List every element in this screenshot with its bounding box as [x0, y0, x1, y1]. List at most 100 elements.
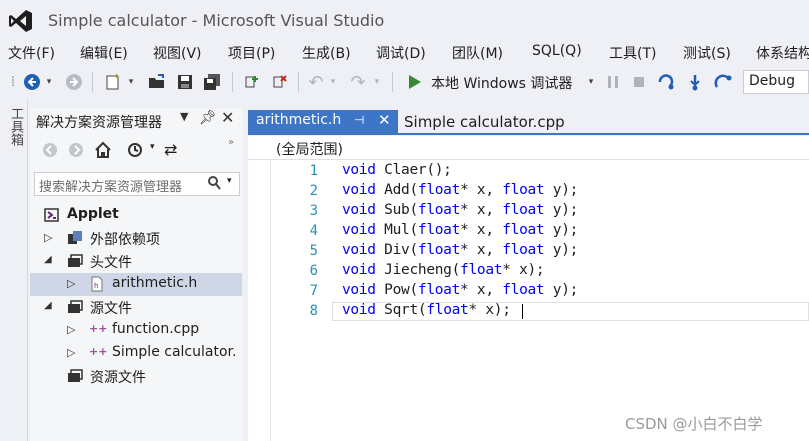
se-back-icon[interactable]	[42, 142, 58, 158]
redo-button[interactable]: ↷	[348, 72, 368, 93]
tree-item-arithmetic-h[interactable]: ▷ h arithmetic.h	[30, 273, 242, 296]
keyword-token: float	[502, 282, 545, 298]
tab-simple-calculator-cpp[interactable]: Simple calculator.cpp	[404, 113, 565, 131]
pause-button[interactable]	[604, 73, 622, 91]
search-icon[interactable]	[207, 175, 221, 191]
step-into-button[interactable]	[656, 73, 678, 91]
search-placeholder: 搜索解决方案资源管理器	[39, 180, 183, 195]
expand-arrow-icon[interactable]: ▷	[67, 346, 75, 359]
tree-item-applet[interactable]: Applet	[30, 204, 242, 227]
collapse-arrow-icon[interactable]: ◢	[44, 300, 52, 311]
expand-arrow-icon[interactable]: ▷	[67, 277, 75, 290]
panel-close-icon[interactable]: ✕	[221, 108, 234, 127]
step-over-button[interactable]	[684, 73, 706, 91]
code-line[interactable]: void Add(float* x, float y);	[342, 182, 578, 198]
code-line[interactable]: void Jiecheng(float* x);	[342, 262, 545, 278]
undo-icon: ↶	[308, 71, 324, 93]
solution-project-icon	[44, 207, 60, 223]
pin-icon[interactable]: 📌︎	[199, 110, 217, 126]
menu-team[interactable]: 团队(M)	[452, 43, 503, 63]
se-forward-icon[interactable]	[68, 142, 84, 158]
stop-button[interactable]	[630, 73, 648, 91]
history-icon[interactable]	[126, 141, 144, 159]
tab-close-icon[interactable]: ✕	[378, 111, 391, 129]
line-number: 6	[309, 263, 318, 279]
tab-arithmetic-h[interactable]: arithmetic.h ⊣ ✕	[248, 110, 398, 134]
debugger-dropdown-chevron-icon[interactable]: ▾	[586, 73, 596, 91]
solution-explorer-title: 解决方案资源管理器	[36, 115, 162, 131]
header-file-icon: h	[89, 276, 105, 292]
menu-view[interactable]: 视图(V)	[153, 43, 202, 63]
line-number: 3	[309, 203, 318, 219]
step-over-icon	[690, 75, 700, 91]
expand-arrow-icon[interactable]: ▷	[67, 323, 75, 336]
back-dropdown-chevron-icon[interactable]: ▾	[44, 73, 54, 91]
history-dropdown-chevron-icon[interactable]: ▾	[150, 142, 155, 152]
step-out-button[interactable]	[712, 73, 734, 91]
menu-edit[interactable]: 编辑(E)	[80, 43, 128, 63]
code-line[interactable]: void Pow(float* x, float y);	[342, 282, 578, 298]
keyword-token: float	[417, 222, 461, 238]
menu-file[interactable]: 文件(F)	[8, 43, 55, 63]
menu-project[interactable]: 项目(P)	[228, 43, 275, 63]
tree-item-simple-calculator-cpp[interactable]: ▷ ++ Simple calculator.	[30, 342, 242, 365]
code-line[interactable]: void Claer();	[342, 162, 452, 178]
collapse-arrow-icon[interactable]: ◢	[44, 254, 52, 265]
keyword-token: float	[417, 242, 461, 258]
undo-button[interactable]: ↶	[306, 71, 326, 93]
code-line[interactable]: void Sub(float* x, float y);	[342, 202, 578, 218]
tree-item-function-cpp[interactable]: ▷ ++ function.cpp	[30, 319, 242, 342]
redo-dropdown-chevron-icon[interactable]: ▾	[372, 73, 382, 91]
code-line[interactable]: void Div(float* x, float y);	[342, 242, 578, 258]
undo-dropdown-chevron-icon[interactable]: ▾	[328, 73, 338, 91]
panel-options-chevron-icon[interactable]: ▼	[180, 110, 188, 123]
menu-debug[interactable]: 调试(D)	[376, 43, 426, 63]
code-line[interactable]: void Sqrt(float* x);	[342, 302, 511, 318]
debugger-target-label[interactable]: 本地 Windows 调试器	[431, 73, 572, 93]
navigation-scope-bar[interactable]: (全局范围)	[248, 136, 809, 160]
sync-icon[interactable]: ⇄	[164, 140, 177, 159]
remove-item-button[interactable]	[268, 73, 290, 91]
scope-dropdown[interactable]: (全局范围)	[276, 139, 343, 159]
add-item-button[interactable]	[240, 73, 262, 91]
keyword-token: float	[417, 182, 461, 198]
menu-build[interactable]: 生成(B)	[302, 43, 351, 63]
start-debugging-button[interactable]	[406, 73, 424, 91]
keyword-token: void	[342, 262, 376, 278]
solution-search-box[interactable]: 搜索解决方案资源管理器 ▾	[34, 172, 240, 196]
search-options-chevron-icon[interactable]: ▾	[227, 176, 232, 186]
solution-explorer-toolbar: ▾ ⇄ »	[30, 137, 242, 165]
menu-tools[interactable]: 工具(T)	[609, 43, 656, 63]
menu-architecture[interactable]: 体系结构	[756, 43, 809, 63]
menu-sql[interactable]: SQL(Q)	[532, 43, 582, 59]
tree-item-header-files[interactable]: ◢ 头文件	[30, 250, 242, 273]
toolbox-tab[interactable]: 工具箱	[6, 107, 25, 146]
overflow-chevron-icon[interactable]: »	[228, 137, 234, 148]
keyword-token: void	[342, 302, 376, 318]
tree-item-resource-files[interactable]: 资源文件	[30, 365, 242, 388]
code-line[interactable]: void Mul(float* x, float y);	[342, 222, 578, 238]
toolbar-separator	[92, 72, 93, 92]
tab-pin-icon[interactable]: ⊣	[354, 113, 364, 127]
keyword-token: float	[460, 262, 503, 278]
new-dropdown-chevron-icon[interactable]: ▾	[126, 73, 136, 91]
new-project-button[interactable]	[102, 73, 124, 91]
cpp-file-icon: ++	[89, 322, 108, 335]
tree-item-external-dependencies[interactable]: ▷ 外部依赖项	[30, 227, 242, 250]
back-nav-button[interactable]	[22, 73, 42, 91]
open-file-button[interactable]	[146, 73, 168, 91]
save-button[interactable]	[174, 73, 196, 91]
line-number: 7	[309, 283, 318, 299]
menu-test[interactable]: 测试(S)	[683, 43, 731, 63]
keyword-token: void	[342, 282, 376, 298]
back-arrow-icon	[24, 74, 40, 90]
tree-item-source-files[interactable]: ◢ 源文件	[30, 296, 242, 319]
watermark-text: CSDN @小白不白学	[625, 415, 763, 433]
forward-nav-button[interactable]	[64, 73, 84, 91]
tree-item-label: Applet	[67, 206, 119, 222]
expand-arrow-icon[interactable]: ▷	[44, 231, 52, 244]
save-all-button[interactable]	[200, 73, 224, 91]
keyword-token: float	[502, 222, 545, 238]
solution-configuration-select[interactable]: Debug	[743, 70, 809, 94]
home-icon[interactable]	[94, 141, 112, 159]
